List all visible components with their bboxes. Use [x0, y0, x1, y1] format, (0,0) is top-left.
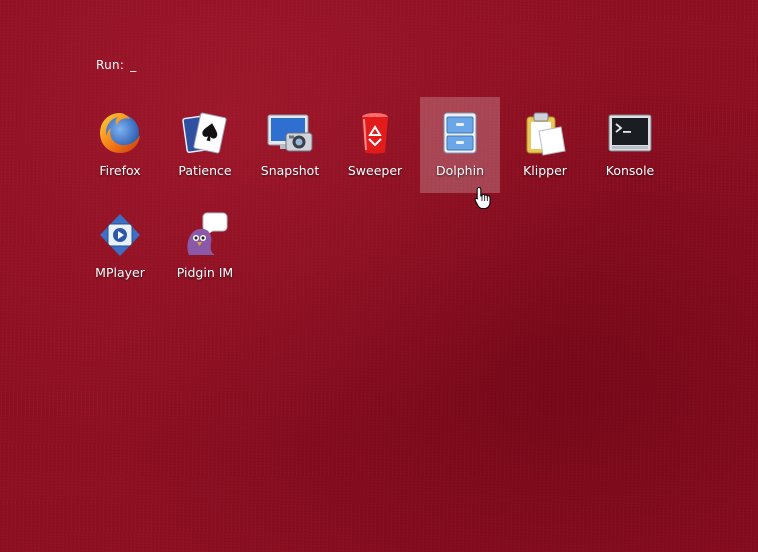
launcher-firefox[interactable]: Firefox	[80, 97, 160, 193]
file-cabinet-icon	[436, 109, 484, 157]
media-player-icon	[96, 211, 144, 259]
terminal-icon	[606, 109, 654, 157]
launcher-snapshot[interactable]: Snapshot	[250, 97, 330, 193]
launcher-sweeper[interactable]: Sweeper	[335, 97, 415, 193]
clipboard-icon	[521, 109, 569, 157]
pidgin-bird-icon	[181, 211, 229, 259]
launcher-pidgin[interactable]: Pidgin IM	[165, 199, 245, 295]
firefox-icon	[96, 109, 144, 157]
hand-pointer-icon	[474, 186, 492, 210]
camera-monitor-icon	[266, 109, 314, 157]
launcher-dolphin[interactable]: Dolphin	[420, 97, 500, 193]
launcher-label: Pidgin IM	[176, 265, 234, 280]
recycle-bin-icon	[351, 109, 399, 157]
launcher-konsole[interactable]: Konsole	[590, 97, 670, 193]
playing-cards-icon	[181, 109, 229, 157]
launcher-patience[interactable]: Patience	[165, 97, 245, 193]
launcher-klipper[interactable]: Klipper	[505, 97, 585, 193]
run-prompt[interactable]: Run: _	[96, 58, 137, 72]
run-input-cursor[interactable]: _	[130, 58, 136, 72]
launcher-mplayer[interactable]: MPlayer	[80, 199, 160, 295]
launcher-label: Konsole	[605, 163, 655, 178]
run-label: Run:	[96, 58, 125, 72]
